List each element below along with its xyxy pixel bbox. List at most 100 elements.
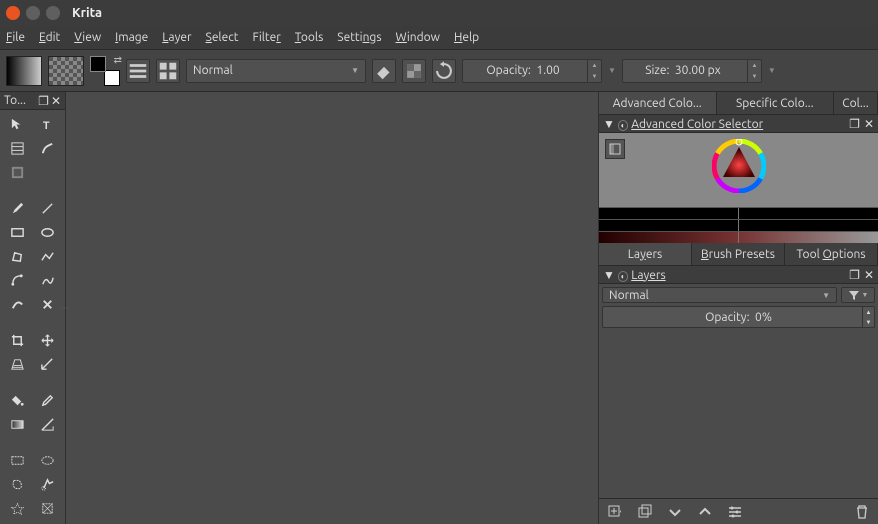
menu-view[interactable]: View [74,31,101,44]
color-wheel[interactable] [712,139,766,193]
layer-down-button[interactable] [667,504,683,520]
line-tool[interactable] [35,198,62,218]
layer-up-button[interactable] [697,504,713,520]
panel-drag-handle[interactable]: ⋮ [62,92,68,524]
duplicate-layer-button[interactable] [637,504,653,520]
size-spinbox[interactable]: Size: 30.00 px ▲▼ [622,59,762,83]
deform-tool[interactable] [4,162,31,182]
svg-text:T: T [43,120,50,132]
color-selector-menu-button[interactable] [605,139,625,159]
brush-tool[interactable] [4,198,31,218]
layer-opacity-slider[interactable]: Opacity: 0% ▲▼ [602,306,875,328]
ruler-assistant-tool[interactable] [35,414,62,434]
float-panel-icon[interactable]: ❐ [38,94,49,108]
similar-select-tool[interactable] [4,498,31,518]
layers-panel-header: ▼ ◐ Layers ❐✕ [599,266,878,284]
measure-tool[interactable] [35,354,62,374]
ellipse-tool[interactable] [35,222,62,242]
ellipse-select-tool[interactable] [35,450,62,470]
brush-preset-button[interactable] [156,59,180,83]
tab-brush-presets[interactable]: Brush Presets [692,243,785,265]
window-minimize-button[interactable] [26,6,40,20]
close-panel-icon[interactable]: ✕ [51,94,61,108]
transform-tool[interactable] [35,330,62,350]
gradient-edit-tool[interactable] [35,138,62,158]
right-mid-tabs: Layers Brush Presets Tool Options [599,243,878,266]
window-close-button[interactable] [6,6,20,20]
spinbox-arrows[interactable]: ▲▼ [587,60,601,82]
color-picker-tool[interactable] [35,390,62,410]
menu-filter[interactable]: Filter [253,31,281,44]
dropdown-arrow-icon[interactable]: ▼ [768,66,776,75]
layer-properties-button[interactable] [727,504,743,520]
tab-layers[interactable]: Layers [599,243,692,265]
rect-select-tool[interactable] [4,450,31,470]
collapse-arrow-icon[interactable]: ▼ [603,269,615,282]
close-panel-icon[interactable]: ✕ [864,268,874,282]
menu-image[interactable]: Image [115,31,148,44]
lock-icon: ◐ [618,120,629,131]
fg-color-icon [90,56,106,72]
freehand-path-tool[interactable] [35,270,62,290]
add-layer-button[interactable] [607,504,623,520]
blend-mode-select[interactable]: Normal ▼ [186,59,366,83]
text-tool[interactable]: T [35,114,62,134]
window-maximize-button[interactable] [46,6,60,20]
polyline-tool[interactable] [35,246,62,266]
pattern-swatch[interactable] [48,56,84,86]
bezier-tool[interactable] [4,270,31,290]
float-panel-icon[interactable]: ❐ [849,268,860,282]
collapse-arrow-icon[interactable]: ▼ [603,118,615,131]
rectangle-tool[interactable] [4,222,31,242]
multibrush-tool[interactable] [35,294,62,314]
bezier-select-tool[interactable] [35,498,62,518]
spinbox-arrows[interactable]: ▲▼ [747,60,761,82]
layer-blend-mode-label: Normal [609,289,649,302]
dynamic-brush-tool[interactable] [4,294,31,314]
layers-footer [599,498,878,524]
canvas-area[interactable]: ⋮ [66,92,598,524]
blend-mode-label: Normal [193,64,233,77]
pattern-edit-tool[interactable] [4,138,31,158]
float-panel-icon[interactable]: ❐ [849,117,860,131]
advanced-color-selector[interactable] [599,133,878,243]
eraser-mode-button[interactable] [372,59,396,83]
layer-list[interactable] [602,331,875,495]
layer-filter-button[interactable]: ▼ [841,287,875,303]
fg-bg-color[interactable]: ⇄ [90,56,120,86]
layer-blend-mode-select[interactable]: Normal ▼ [602,287,837,303]
color-history-strips[interactable] [599,207,878,243]
fill-tool[interactable] [4,390,31,410]
titlebar: Krita [0,0,878,26]
move-tool[interactable] [4,114,31,134]
menu-settings[interactable]: Settings [337,31,381,44]
delete-layer-button[interactable] [854,504,870,520]
menu-tools[interactable]: Tools [295,31,324,44]
contiguous-select-tool[interactable] [35,474,62,494]
lock-icon: ◐ [618,271,629,282]
menu-layer[interactable]: Layer [162,31,191,44]
opacity-spinbox[interactable]: Opacity: 1.00 ▲▼ [462,59,602,83]
tab-advanced-color[interactable]: Advanced Colo... [599,92,717,114]
gradient-swatch[interactable] [6,56,42,86]
brush-settings-button[interactable] [126,59,150,83]
close-panel-icon[interactable]: ✕ [864,117,874,131]
menu-window[interactable]: Window [396,31,440,44]
menu-file[interactable]: File [6,31,25,44]
freehand-select-tool[interactable] [4,474,31,494]
crop-tool[interactable] [4,330,31,350]
polygon-tool[interactable] [4,246,31,266]
alpha-lock-button[interactable] [402,59,426,83]
dropdown-arrow-icon[interactable]: ▼ [608,66,616,75]
menu-help[interactable]: Help [454,31,479,44]
menu-edit[interactable]: Edit [39,31,60,44]
gradient-tool[interactable] [4,414,31,434]
menu-select[interactable]: Select [206,31,239,44]
reload-brush-button[interactable] [432,59,456,83]
tab-tool-options[interactable]: Tool Options [785,243,878,265]
bg-color-icon [104,70,120,86]
tab-color[interactable]: Col... [834,92,878,114]
toolbox-grid: T [0,110,65,522]
perspective-grid-tool[interactable] [4,354,31,374]
tab-specific-color[interactable]: Specific Colo... [717,92,835,114]
